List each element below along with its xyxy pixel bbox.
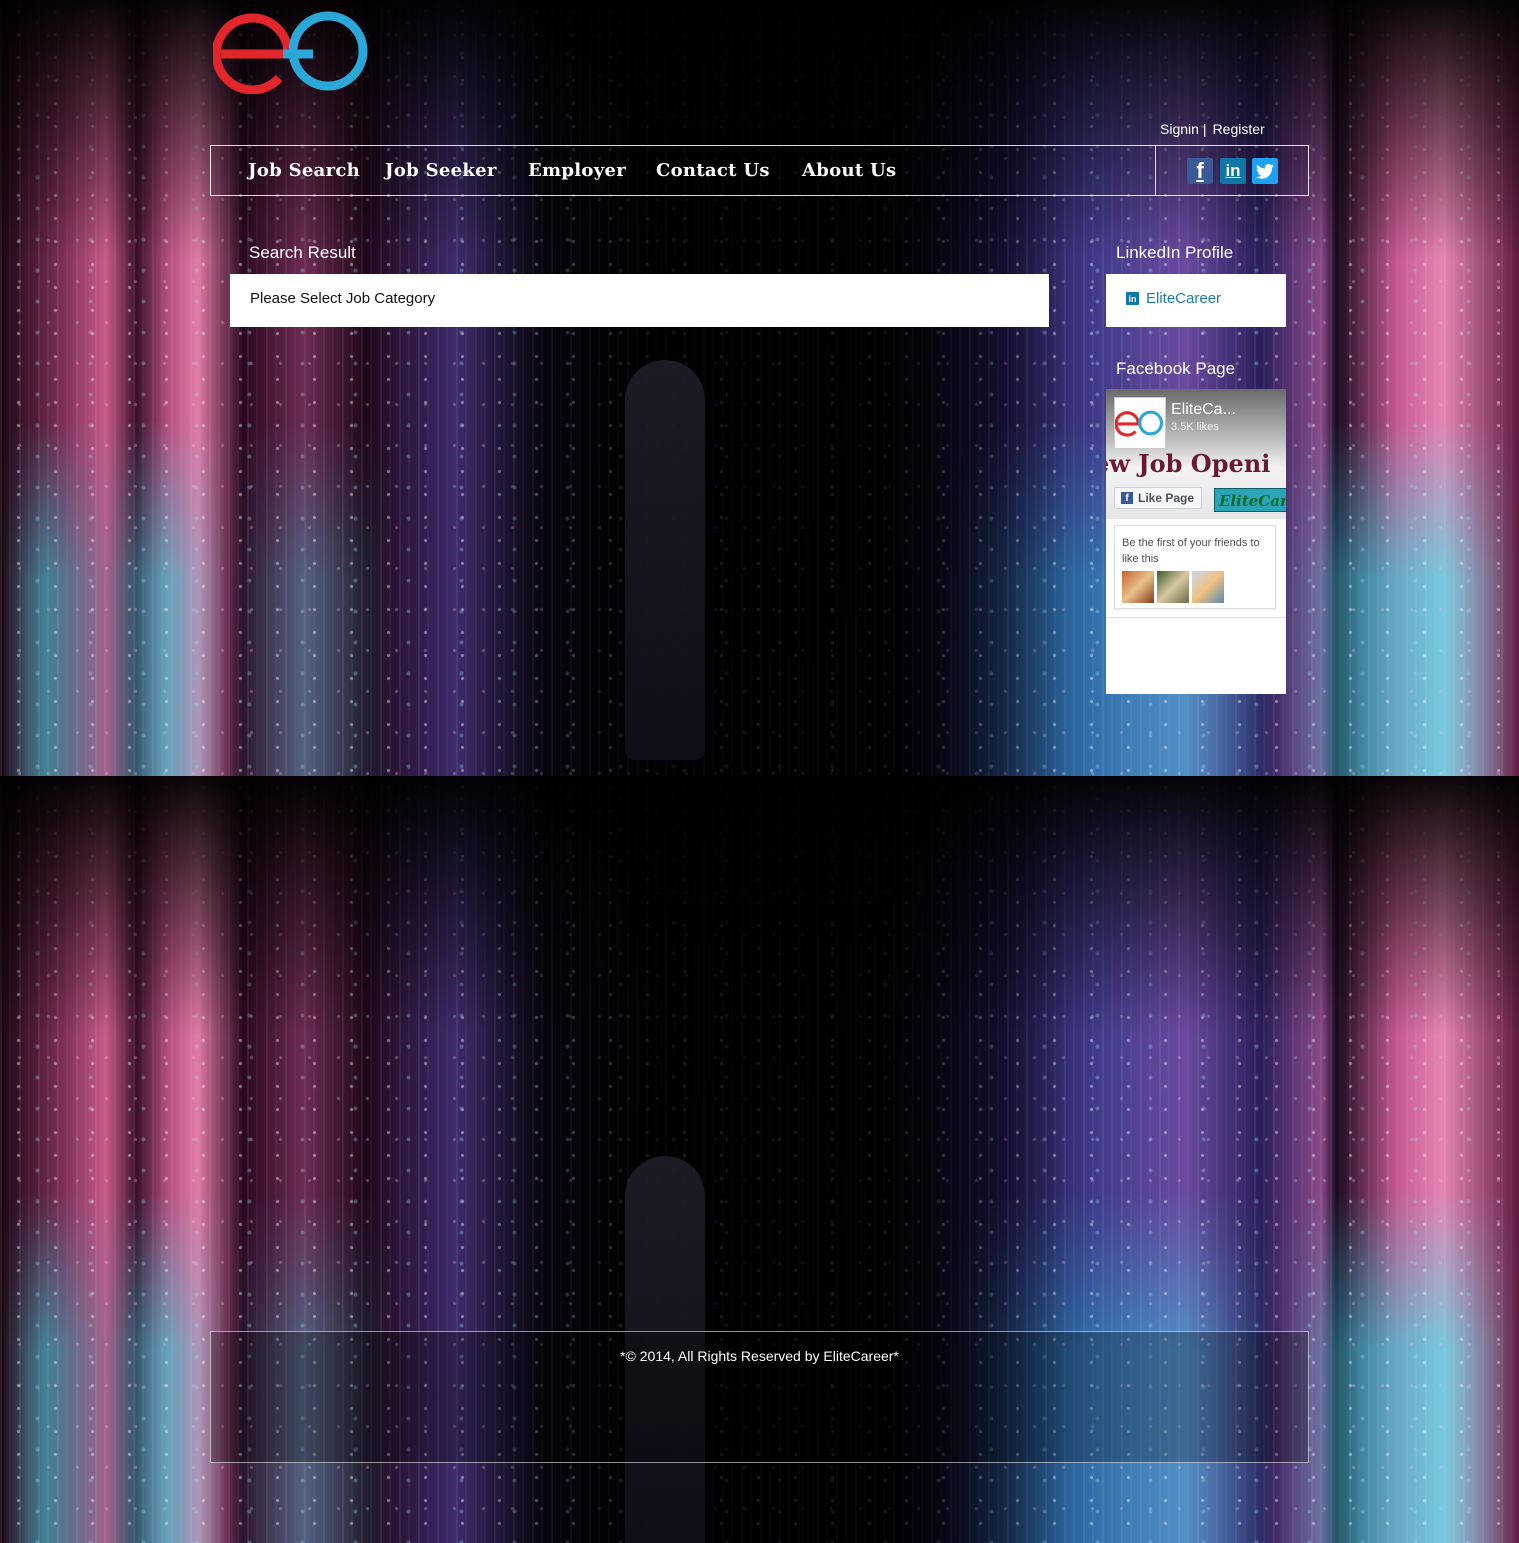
facebook-page-avatar[interactable] <box>1114 397 1166 449</box>
like-page-label: Like Page <box>1138 491 1195 505</box>
facebook-like-page-button[interactable]: f Like Page <box>1114 487 1202 509</box>
signin-link[interactable]: Signin <box>1160 121 1199 137</box>
search-result-title: Search Result <box>249 243 356 262</box>
eo-logo-icon <box>213 11 368 94</box>
register-link[interactable]: Register <box>1213 121 1265 137</box>
friend-avatar[interactable] <box>1157 571 1189 603</box>
facebook-page-widget: EliteCa... 3.5K likes ew Job Openi f Lik… <box>1106 389 1286 694</box>
nav-contact-us[interactable]: Contact Us <box>656 160 770 181</box>
nav-about-us[interactable]: About Us <box>802 160 896 181</box>
facebook-small-icon: f <box>1121 492 1133 504</box>
linkedin-small-icon: in <box>1126 292 1139 305</box>
linkedin-icon[interactable]: in <box>1220 158 1246 184</box>
site-footer: *© 2014, All Rights Reserved by EliteCar… <box>210 1331 1309 1463</box>
facebook-page-title: Facebook Page <box>1116 359 1236 378</box>
facebook-like-count: 3.5K likes <box>1171 421 1219 433</box>
facebook-icon[interactable]: f <box>1187 158 1213 184</box>
linkedin-profile-title: LinkedIn Profile <box>1116 243 1234 262</box>
social-links: f in <box>1155 146 1308 195</box>
linkedin-profile-link[interactable]: EliteCareer <box>1146 290 1221 307</box>
copyright-text: *© 2014, All Rights Reserved by EliteCar… <box>620 1348 899 1364</box>
facebook-cover-tag: EliteCar <box>1214 488 1286 512</box>
auth-separator: | <box>1202 121 1207 137</box>
nav-employer[interactable]: Employer <box>528 160 626 181</box>
friend-avatar[interactable] <box>1122 571 1154 603</box>
main-navigation: Job Search Job Seeker Employer Contact U… <box>210 145 1309 196</box>
friend-avatar[interactable] <box>1192 571 1224 603</box>
auth-links: Signin | Register <box>1160 121 1265 137</box>
nav-job-seeker[interactable]: Job Seeker <box>385 160 497 181</box>
facebook-widget-divider <box>1106 617 1286 618</box>
facebook-cover-text: ew Job Openi <box>1106 449 1271 478</box>
nav-job-search[interactable]: Job Search <box>248 160 360 181</box>
facebook-friends-box: Be the first of your friends to like thi… <box>1114 525 1276 609</box>
facebook-friends-text: Be the first of your friends to like thi… <box>1122 537 1260 565</box>
site-logo[interactable] <box>213 8 368 94</box>
background-image-top <box>0 0 1519 776</box>
facebook-page-name[interactable]: EliteCa... <box>1171 401 1236 419</box>
linkedin-profile-box: in EliteCareer <box>1106 274 1286 327</box>
twitter-icon[interactable] <box>1252 158 1278 184</box>
result-message: Please Select Job Category <box>250 290 436 307</box>
search-result-box: Please Select Job Category <box>230 274 1049 327</box>
